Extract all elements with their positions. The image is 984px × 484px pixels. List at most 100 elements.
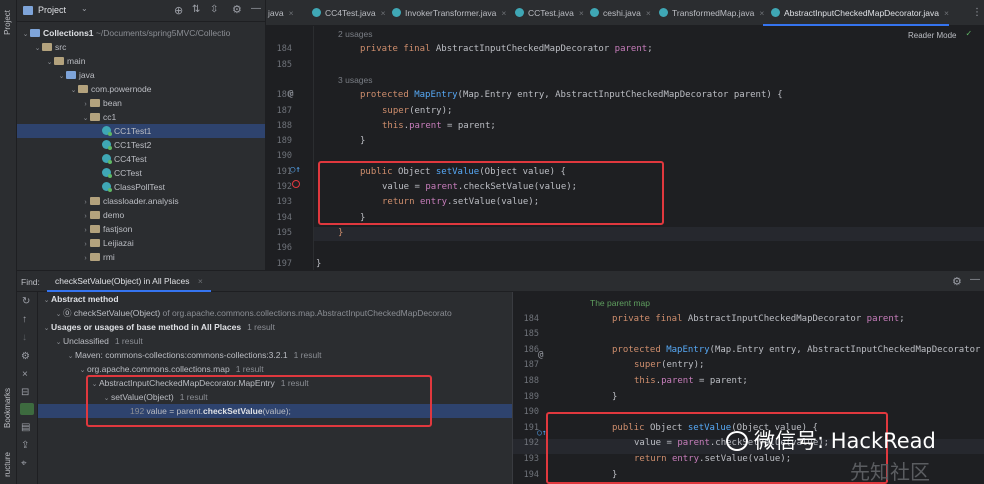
- folder-icon: [54, 57, 64, 65]
- tree-row[interactable]: ⌄ Collections1 ~/Documents/spring5MVC/Col…: [17, 26, 265, 40]
- project-title[interactable]: Project: [38, 5, 66, 15]
- filter-icon[interactable]: ▤: [21, 422, 30, 433]
- code-token: this: [634, 376, 656, 386]
- editor-top[interactable]: Reader Mode ✓ @ ○↑ 2 usages 184 private fi…: [266, 26, 984, 270]
- export-icon[interactable]: ⇪: [21, 440, 29, 451]
- code-token: parent: [866, 313, 900, 324]
- line-number: 194: [523, 469, 539, 480]
- code-token: this: [382, 120, 404, 131]
- tree-row[interactable]: ⌄ java: [17, 68, 265, 82]
- result-suffix: of org.apache.commons.collections.map.Ab…: [160, 308, 452, 318]
- tree-row[interactable]: ClassPollTest: [17, 180, 265, 194]
- usages-hint[interactable]: 3 usages: [338, 75, 373, 85]
- find-result-row[interactable]: ⌄ Maven: commons-collections:commons-coll…: [38, 348, 512, 362]
- left-tool-strip: Project Bookmarks ructure: [0, 0, 17, 484]
- reader-mode-toggle[interactable]: Reader Mode: [908, 31, 956, 40]
- java-class-icon: [392, 8, 401, 17]
- editor-tab[interactable]: ceshi.java ×: [582, 0, 651, 26]
- code-token: (entry);: [661, 360, 705, 371]
- close-icon[interactable]: ×: [289, 8, 294, 18]
- code-line: super(entry);: [382, 106, 452, 116]
- structure-tool-label[interactable]: ructure: [3, 452, 12, 477]
- close-icon[interactable]: ×: [501, 8, 506, 18]
- find-result-row[interactable]: ⌄ Abstract method: [38, 292, 512, 306]
- gear-icon[interactable]: ⚙: [21, 351, 30, 362]
- rerun-icon[interactable]: ↻: [22, 296, 30, 307]
- line-number: 193: [276, 197, 292, 208]
- pin-icon[interactable]: ⌖: [21, 458, 27, 469]
- tree-row[interactable]: › classloader.analysis: [17, 194, 265, 208]
- close-icon[interactable]: ×: [22, 369, 28, 380]
- code-token: parent: [661, 376, 694, 386]
- tree-row[interactable]: › demo: [17, 208, 265, 222]
- line-number: 184: [523, 313, 539, 324]
- result-group-label: Abstract method: [51, 294, 119, 304]
- editor-tab[interactable]: TransformedMap.java ×: [651, 0, 764, 26]
- find-toolbar: Find: checkSetValue(Object) in All Place…: [17, 270, 984, 292]
- minimize-icon[interactable]: —: [251, 3, 261, 14]
- arrow-down-icon[interactable]: ↓: [22, 332, 27, 343]
- code-line: this.parent = parent;: [634, 376, 748, 386]
- code-token: (Map.Entry entry, AbstractInputCheckedMa…: [709, 344, 984, 355]
- tree-row[interactable]: › Leijiazai: [17, 236, 265, 250]
- find-result-row[interactable]: ⌄ Usages or usages of base method in All …: [38, 320, 512, 334]
- tree-row[interactable]: CC4Test: [17, 152, 265, 166]
- editor-tab[interactable]: InvokerTransformer.java ×: [384, 0, 506, 26]
- editor-tab[interactable]: CCTest.java ×: [507, 0, 584, 26]
- check-icon: ✓: [966, 29, 972, 39]
- expand-all-icon[interactable]: ⇳: [210, 4, 218, 15]
- tree-row[interactable]: ⌄ main: [17, 54, 265, 68]
- preview-toggle-icon[interactable]: [20, 403, 34, 415]
- tree-item-label: cc1: [103, 112, 117, 122]
- tree-row[interactable]: › rmi: [17, 250, 265, 266]
- tree-item-label: java: [79, 70, 95, 80]
- code-line: }: [612, 392, 617, 402]
- code-token: }: [316, 258, 322, 269]
- java-class-icon: [102, 126, 112, 136]
- tree-row[interactable]: ⌄ com.powernode: [17, 82, 265, 96]
- group-icon[interactable]: ⊟: [21, 387, 29, 398]
- close-icon[interactable]: ×: [944, 8, 949, 18]
- code-token: }: [338, 227, 344, 238]
- tree-row[interactable]: CC1Test2: [17, 138, 265, 152]
- tree-item-label: CC4Test: [114, 154, 147, 164]
- close-icon[interactable]: ×: [198, 276, 203, 286]
- editor-tab[interactable]: CC4Test.java ×: [304, 0, 386, 26]
- editor-tab-label: java: [268, 8, 284, 18]
- line-number: 189: [276, 136, 292, 147]
- collapse-icon[interactable]: ⇅: [192, 4, 200, 15]
- editor-tab[interactable]: AbstractInputCheckedMapDecorator.java ×: [763, 0, 949, 26]
- bookmarks-tool-label[interactable]: Bookmarks: [3, 388, 12, 428]
- folder-icon: [90, 113, 100, 121]
- chevron-down-icon[interactable]: ⌄: [81, 4, 88, 13]
- gear-icon[interactable]: ⚙: [952, 275, 962, 288]
- editor-tab[interactable]: java ×: [266, 0, 294, 26]
- editor-tab-label: ceshi.java: [603, 8, 641, 18]
- usages-hint[interactable]: 2 usages: [338, 29, 373, 39]
- line-number: 193: [523, 454, 539, 464]
- find-result-row[interactable]: ⌄ ⓪ checkSetValue(Object) of org.apache.c…: [38, 306, 512, 320]
- tree-item-label: Collections1: [43, 28, 94, 38]
- site-watermark: 先知社区: [850, 460, 930, 484]
- breakpoint-icon[interactable]: [292, 180, 300, 188]
- more-tabs-icon[interactable]: ⋮: [972, 7, 982, 18]
- line-number: 192: [276, 182, 292, 192]
- arrow-up-icon[interactable]: ↑: [22, 314, 27, 325]
- tree-row[interactable]: › bean: [17, 96, 265, 110]
- minimize-icon[interactable]: —: [970, 274, 980, 285]
- crosshair-icon[interactable]: ⊕: [174, 4, 183, 17]
- find-tab[interactable]: checkSetValue(Object) in All Places ×: [47, 271, 211, 292]
- tree-row[interactable]: CCTest: [17, 166, 265, 180]
- project-tool-label[interactable]: Project: [3, 10, 12, 35]
- tree-row[interactable]: CC1Test1: [17, 124, 265, 138]
- result-group-label: Usages or usages of base method in All P…: [51, 322, 242, 332]
- result-label: Maven: commons-collections:commons-colle…: [75, 350, 288, 360]
- gear-icon[interactable]: ⚙: [232, 3, 242, 16]
- tree-row[interactable]: ⌄ src: [17, 40, 265, 54]
- find-result-row[interactable]: ⌄ Unclassified 1 result: [38, 334, 512, 348]
- tree-row[interactable]: › fastjson: [17, 222, 265, 236]
- chevron-right-icon[interactable]: ›: [81, 252, 90, 266]
- tree-row[interactable]: ⌄ cc1: [17, 110, 265, 124]
- editor-tab-bar: java × CC4Test.java × InvokerTransformer.jav…: [266, 0, 984, 26]
- find-result-row[interactable]: ⌄ org.apache.commons.collections.map 1 res…: [38, 362, 512, 376]
